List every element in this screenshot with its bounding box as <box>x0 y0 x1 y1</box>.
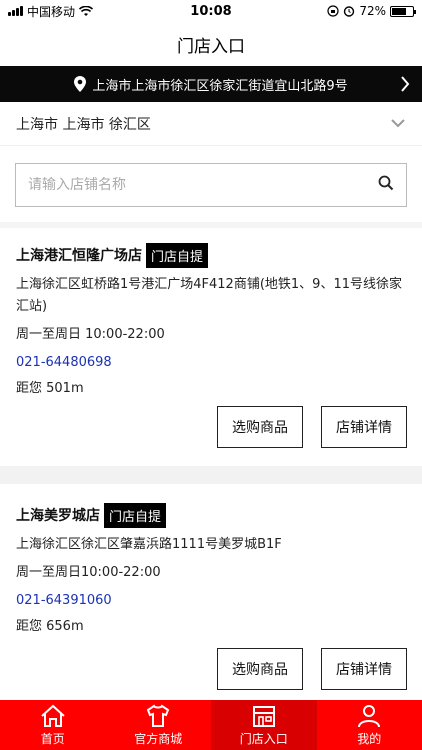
pickup-badge: 门店自提 <box>146 242 209 268</box>
store-distance: 距您 501m <box>16 381 84 396</box>
orientation-lock-icon <box>327 5 339 17</box>
search-box <box>15 163 407 207</box>
status-right: 72% <box>327 4 416 18</box>
tab-label: 首页 <box>40 731 65 746</box>
region-label: 上海市 上海市 徐汇区 <box>16 116 151 133</box>
tab-label: 我的 <box>357 731 382 746</box>
tab-store-entry[interactable]: 门店入口 <box>211 700 317 750</box>
store-card: 上海港汇恒隆广场店 门店自提 上海徐汇区虹桥路1号港汇广场4F412商铺(地铁1… <box>0 242 422 466</box>
status-bar: 中国移动 10:08 72% <box>0 0 422 22</box>
page-title: 门店入口 <box>177 36 245 57</box>
store-hours: 周一至周日10:00-22:00 <box>16 565 161 580</box>
carrier-label: 中国移动 <box>27 4 76 19</box>
store-hours: 周一至周日 10:00-22:00 <box>16 327 165 342</box>
store-card: 上海美罗城店 门店自提 上海徐汇区徐汇区肇嘉浜路1111号美罗城B1F 周一至周… <box>0 502 422 700</box>
store-details-button[interactable]: 店铺详情 <box>321 406 407 448</box>
store-header: 上海美罗城店 门店自提 <box>16 502 406 528</box>
location-bar[interactable]: 上海市上海市徐汇区徐家汇街道宜山北路9号 <box>0 66 422 102</box>
store-name: 上海美罗城店 <box>16 508 100 524</box>
store-name: 上海港汇恒隆广场店 <box>16 248 142 264</box>
region-selector[interactable]: 上海市 上海市 徐汇区 <box>0 102 422 146</box>
signal-icon <box>8 6 23 16</box>
tab-bar: 首页 官方商城 门店入口 我的 <box>0 700 422 750</box>
store-address: 上海徐汇区徐汇区肇嘉浜路1111号美罗城B1F <box>16 537 282 552</box>
shirt-icon <box>147 704 170 727</box>
tab-home[interactable]: 首页 <box>0 700 106 750</box>
store-header: 上海港汇恒隆广场店 门店自提 <box>16 242 406 268</box>
tab-label: 官方商城 <box>134 731 183 746</box>
store-phone[interactable]: 021-64480698 <box>16 352 406 374</box>
store-details-button[interactable]: 店铺详情 <box>321 648 407 690</box>
tab-label: 门店入口 <box>239 731 288 746</box>
shop-products-button[interactable]: 选购商品 <box>217 648 303 690</box>
store-phone[interactable]: 021-64391060 <box>16 590 406 612</box>
section-divider <box>0 222 422 228</box>
pickup-badge: 门店自提 <box>104 502 167 528</box>
search-icon[interactable] <box>378 175 394 195</box>
home-icon <box>41 704 65 727</box>
section-divider <box>0 466 422 484</box>
search-input[interactable] <box>28 177 378 193</box>
status-left: 中国移动 <box>8 3 94 20</box>
chevron-down-icon[interactable] <box>390 116 406 132</box>
wifi-icon <box>79 5 94 16</box>
tab-official-mall[interactable]: 官方商城 <box>106 700 212 750</box>
user-icon <box>358 704 381 727</box>
chevron-right-icon[interactable] <box>400 75 410 97</box>
battery-icon <box>390 5 416 17</box>
store-address: 上海徐汇区虹桥路1号港汇广场4F412商铺(地铁1、9、11号线徐家汇站) <box>16 277 402 314</box>
battery-percent: 72% <box>359 4 386 18</box>
shop-products-button[interactable]: 选购商品 <box>217 406 303 448</box>
location-pin-icon <box>74 76 87 92</box>
location-address: 上海市上海市徐汇区徐家汇街道宜山北路9号 <box>92 78 348 94</box>
store-icon <box>252 705 275 727</box>
tab-mine[interactable]: 我的 <box>317 700 422 750</box>
store-distance: 距您 656m <box>16 619 84 634</box>
alarm-icon <box>344 6 355 17</box>
